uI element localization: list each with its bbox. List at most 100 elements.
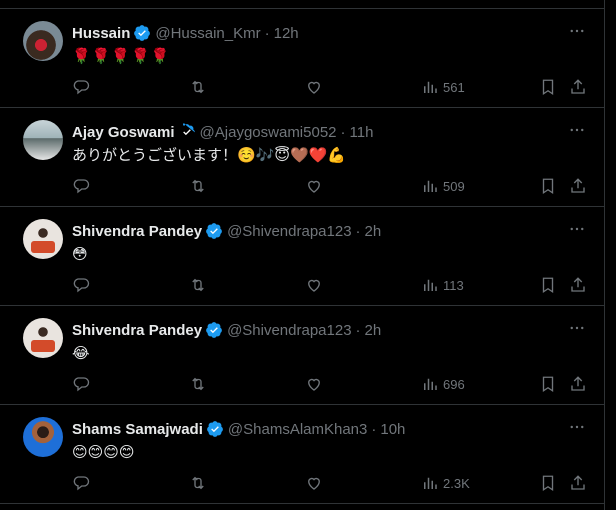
tweet-card[interactable]: Hussain @Hussain_Kmr · 12h 🌹🌹🌹🌹🌹 561: [0, 9, 604, 108]
more-icon[interactable]: [568, 418, 586, 436]
bookmark-button[interactable]: [539, 275, 557, 295]
timestamp[interactable]: 2h: [365, 223, 382, 240]
avatar[interactable]: [23, 318, 63, 358]
views-button[interactable]: 509: [421, 176, 465, 196]
like-icon: [308, 378, 320, 391]
more-icon[interactable]: [568, 22, 586, 40]
tweet-header: Ajay Goswami @Ajaygoswami5052 · 11h: [72, 122, 373, 142]
tweet-card[interactable]: Shivendra Pandey @Shivendrapa123 · 2h 😂 …: [0, 306, 604, 405]
timestamp[interactable]: 10h: [380, 421, 405, 438]
views-button[interactable]: 561: [421, 77, 465, 97]
action-bar: 2.3K: [72, 473, 592, 493]
retweet-button[interactable]: [189, 374, 207, 394]
reply-button[interactable]: [72, 275, 90, 295]
author-handle[interactable]: @Hussain_Kmr: [155, 25, 260, 42]
action-bar: 696: [72, 374, 592, 394]
tweet-text: 😂: [72, 345, 90, 362]
tweet-text: ありがとうございます！☺️🎶😇🤎❤️💪: [72, 147, 347, 164]
bookmark-button[interactable]: [539, 176, 557, 196]
views-button[interactable]: 113: [421, 275, 464, 295]
share-button[interactable]: [569, 473, 587, 493]
timestamp[interactable]: 11h: [350, 124, 374, 141]
more-icon[interactable]: [568, 121, 586, 139]
author-name[interactable]: Shivendra Pandey: [72, 322, 202, 339]
views-button[interactable]: 696: [421, 374, 465, 394]
share-icon: [571, 277, 585, 292]
tweet-card[interactable]: Ajay Goswami @Ajaygoswami5052 · 11h ありがと…: [0, 108, 604, 207]
views-button[interactable]: 2.3K: [421, 473, 470, 493]
share-button[interactable]: [569, 77, 587, 97]
views-icon: [424, 81, 437, 93]
views-icon: [424, 180, 437, 192]
timestamp[interactable]: 2h: [365, 322, 382, 339]
tweet-text: 🌹🌹🌹🌹🌹: [72, 48, 171, 65]
retweet-button[interactable]: [189, 473, 207, 493]
tweet-text: 😳: [72, 246, 88, 263]
views-count: 113: [443, 277, 464, 293]
share-icon: [571, 376, 585, 391]
retweet-button[interactable]: [189, 275, 207, 295]
share-button[interactable]: [569, 275, 587, 295]
more-icon[interactable]: [568, 220, 586, 238]
bookmark-button[interactable]: [539, 77, 557, 97]
separator-dot: ·: [355, 321, 361, 339]
verified-badge-icon: [206, 223, 222, 239]
reply-icon: [73, 476, 90, 491]
tweet-card[interactable]: Shams Samajwadi @ShamsAlamKhan3 · 10h 😊😊…: [0, 405, 604, 504]
share-button[interactable]: [569, 176, 587, 196]
avatar[interactable]: [23, 417, 63, 457]
reply-icon: [73, 80, 90, 95]
tweet-text: 😊😊😊😊: [72, 444, 135, 461]
bookmark-button[interactable]: [539, 374, 557, 394]
retweet-icon: [192, 179, 204, 193]
action-bar: 561: [72, 77, 592, 97]
bookmark-icon: [542, 178, 554, 195]
reply-icon: [73, 377, 90, 392]
verified-badge-icon: [134, 25, 151, 41]
retweet-icon: [192, 278, 204, 292]
separator-dot: ·: [264, 24, 270, 42]
bookmark-icon: [542, 475, 554, 492]
author-handle[interactable]: @Ajaygoswami5052: [200, 124, 337, 141]
reply-icon: [73, 179, 90, 194]
views-count: 509: [443, 178, 465, 194]
tweet-header: Shivendra Pandey @Shivendrapa123 · 2h: [72, 221, 381, 241]
reply-button[interactable]: [72, 77, 90, 97]
avatar[interactable]: [23, 120, 63, 160]
separator-dot: ·: [355, 222, 361, 240]
views-icon: [424, 477, 437, 489]
reply-icon: [73, 278, 90, 293]
author-handle[interactable]: @Shivendrapa123: [227, 322, 351, 339]
action-bar: 509: [72, 176, 592, 196]
tweet-header: Hussain @Hussain_Kmr · 12h: [72, 23, 299, 43]
views-count: 696: [443, 376, 465, 392]
scrollbar[interactable]: [605, 0, 616, 510]
like-button[interactable]: [305, 176, 323, 196]
bookmark-button[interactable]: [539, 473, 557, 493]
reply-button[interactable]: [72, 473, 90, 493]
author-handle[interactable]: @ShamsAlamKhan3: [228, 421, 367, 438]
bookmark-icon: [542, 376, 554, 393]
like-button[interactable]: [305, 275, 323, 295]
tweet-card[interactable]: Shivendra Pandey @Shivendrapa123 · 2h 😳 …: [0, 207, 604, 306]
reply-button[interactable]: [72, 176, 90, 196]
retweet-button[interactable]: [189, 176, 207, 196]
timestamp[interactable]: 12h: [274, 25, 299, 42]
retweet-button[interactable]: [189, 77, 207, 97]
like-icon: [308, 477, 320, 490]
author-name[interactable]: Shams Samajwadi: [72, 421, 203, 438]
more-icon[interactable]: [568, 319, 586, 337]
avatar[interactable]: [23, 219, 63, 259]
avatar[interactable]: [23, 21, 63, 61]
tweet-header: Shams Samajwadi @ShamsAlamKhan3 · 10h: [72, 419, 405, 439]
author-name[interactable]: Ajay Goswami: [72, 124, 175, 141]
author-name[interactable]: Hussain: [72, 25, 130, 42]
author-name[interactable]: Shivendra Pandey: [72, 223, 202, 240]
author-handle[interactable]: @Shivendrapa123: [227, 223, 351, 240]
like-button[interactable]: [305, 374, 323, 394]
like-button[interactable]: [305, 77, 323, 97]
retweet-icon: [192, 476, 204, 490]
share-button[interactable]: [569, 374, 587, 394]
like-button[interactable]: [305, 473, 323, 493]
reply-button[interactable]: [72, 374, 90, 394]
